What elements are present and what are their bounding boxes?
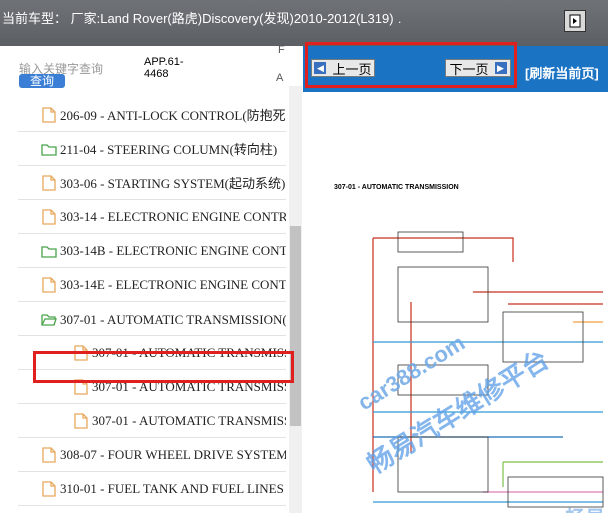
refresh-page-link[interactable]: [刷新当前页] — [525, 63, 599, 82]
selected-item-highlight — [33, 351, 294, 383]
title-bar: 当前车型： 厂家:Land Rover(路虎)Discovery(发现)2010… — [0, 0, 608, 46]
tree-item-label: 303-14B - ELECTRONIC ENGINE CONTROLS — [60, 242, 286, 258]
tree-item[interactable]: 308-07 - FOUR WHEEL DRIVE SYSTEMS — [18, 438, 286, 472]
tree-item[interactable]: 303-14B - ELECTRONIC ENGINE CONTROLS — [18, 234, 286, 268]
file-icon — [41, 208, 57, 225]
watermark-brand: 畅易 — [565, 502, 605, 513]
tree-item[interactable]: 211-04 - STEERING COLUMN(转向柱) — [18, 132, 286, 166]
viewer-toolbar: ◀ 上一页 下一页 ▶ [刷新当前页] — [303, 42, 608, 92]
file-icon — [41, 446, 57, 463]
tree-item-label: 303-06 - STARTING SYSTEM(起动系统) — [60, 176, 286, 191]
tree-item[interactable]: 303-14 - ELECTRONIC ENGINE CONTROLS — [18, 200, 286, 234]
tree-item[interactable]: 310-01 - FUEL TANK AND FUEL LINES — [18, 472, 286, 506]
toggle-panel-button[interactable] — [564, 10, 586, 32]
panel-toggle-icon — [569, 14, 581, 28]
prev-page-button[interactable]: ◀ 上一页 — [311, 59, 375, 77]
tree-item[interactable]: 307-01 - AUTOMATIC TRANSMISSION — [18, 404, 286, 438]
tree-item[interactable]: 303-14E - ELECTRONIC ENGINE CONTROLS — [18, 268, 286, 302]
tree-item-label: 303-14 - ELECTRONIC ENGINE CONTROLS — [60, 208, 286, 224]
document-viewer: ◀ 上一页 下一页 ▶ [刷新当前页] 307-01 - AUTOMATIC T… — [303, 42, 608, 513]
left-arrow-icon: ◀ — [314, 62, 327, 74]
app-code-label: APP.61-4468 — [144, 56, 184, 80]
tree-item-label: 211-04 - STEERING COLUMN(转向柱) — [60, 142, 278, 157]
title-dot: . — [398, 12, 402, 26]
wiring-diagram — [372, 231, 604, 508]
tree-item-label: 307-01 - AUTOMATIC TRANSMISSION — [92, 412, 286, 428]
file-icon — [41, 276, 57, 293]
folder-open-icon — [41, 311, 57, 327]
prev-page-label: 上一页 — [332, 61, 372, 77]
file-icon — [41, 174, 57, 191]
tree-item-label: 310-01 - FUEL TANK AND FUEL LINES — [60, 480, 284, 496]
tree-item[interactable]: 307-01 - AUTOMATIC TRANSMISSION(自动变速器) — [18, 302, 286, 336]
tree-panel: 输入关键字查询 查询 APP.61-4468 F A 206-09 - ANTI… — [0, 44, 303, 513]
side-char-2: A — [276, 72, 284, 84]
tree-scrollbar[interactable] — [289, 86, 302, 513]
tree-item[interactable]: 303-06 - STARTING SYSTEM(起动系统) — [18, 166, 286, 200]
tree-item-label: 308-07 - FOUR WHEEL DRIVE SYSTEMS — [60, 446, 286, 462]
file-icon — [41, 106, 57, 123]
scrollbar-thumb[interactable] — [290, 226, 301, 426]
file-icon — [41, 480, 57, 497]
side-char-1: F — [278, 44, 285, 56]
folder-icon — [41, 243, 57, 259]
tree-item-label: 206-09 - ANTI-LOCK CONTROL(防抱死控制) — [60, 108, 286, 123]
tree-item-label: 307-01 - AUTOMATIC TRANSMISSION(自动变速器) — [60, 312, 286, 327]
tree-item[interactable]: 206-09 - ANTI-LOCK CONTROL(防抱死控制) — [18, 98, 286, 132]
next-page-button[interactable]: 下一页 ▶ — [445, 59, 511, 77]
tree-item-label: 303-14E - ELECTRONIC ENGINE CONTROLS — [60, 276, 286, 292]
current-vehicle-label: 当前车型： 厂家:Land Rover(路虎)Discovery(发现)2010… — [2, 11, 394, 26]
wiring-diagram-page: 307-01 - AUTOMATIC TRANSMISSION car388.c… — [303, 92, 608, 513]
next-page-label: 下一页 — [449, 61, 489, 77]
search-button[interactable]: 查询 — [19, 74, 65, 88]
folder-icon — [41, 141, 57, 157]
right-arrow-icon: ▶ — [494, 62, 507, 74]
file-icon — [73, 412, 89, 429]
